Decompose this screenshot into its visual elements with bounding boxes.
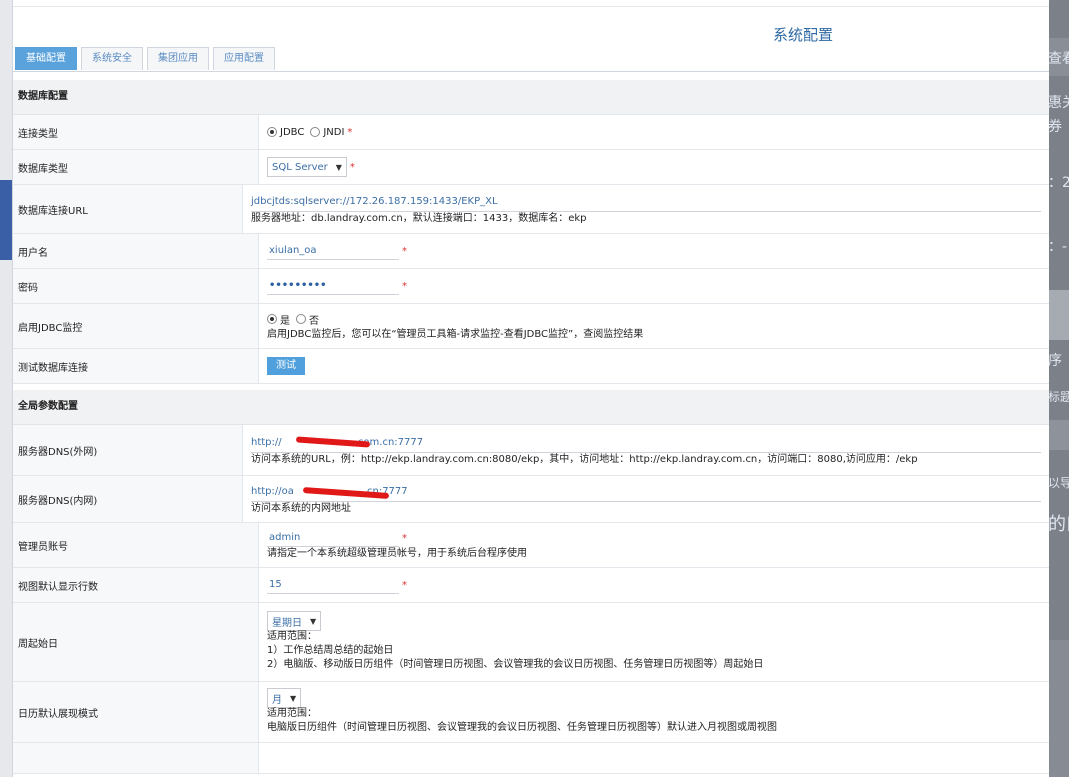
field-label: 连接类型 (13, 115, 259, 149)
field-label: 密码 (13, 269, 259, 303)
row-week-start: 周起始日 星期日 ▼ 适用范围： 1）工作总结周总结的起始日 2）电脑版、移动版日… (13, 603, 1049, 682)
row-test-connection: 测试数据库连接 测试 (13, 349, 1049, 384)
background-text-fragment: ：- (1048, 239, 1068, 255)
row-dns-internal: 服务器DNS(内网) http://oa .cn:7777 访问本系统的内网地址 (13, 476, 1049, 523)
background-text-fragment: 序 (1048, 353, 1062, 369)
tab-system-security[interactable]: 系统安全 (81, 47, 143, 70)
background-text-fragment: 的口 (1048, 514, 1069, 535)
field-label: 管理员账号 (13, 523, 259, 567)
row-password: 密码 ••••••••• * (13, 269, 1049, 304)
username-input[interactable]: xiulan_oa (267, 242, 399, 260)
background-page-right: 查看 惠关 券 ：2 ：- 序 标题 以导 的口 (1048, 0, 1069, 777)
field-label: 视图默认显示行数 (13, 568, 259, 602)
radio-monitor-yes[interactable]: 是 (267, 312, 290, 327)
field-label: 启用JDBC监控 (13, 304, 259, 348)
field-label: 周起始日 (13, 603, 259, 681)
field-hint: 适用范围： (267, 708, 317, 719)
view-rows-input[interactable]: 15 (267, 576, 399, 594)
row-calendar-mode: 日历默认展现模式 月 ▼ 适用范围： 电脑版日历组件（时间管理日历视图、会议管理我… (13, 682, 1049, 743)
calendar-mode-select[interactable]: 月 ▼ (267, 688, 302, 708)
row-connection-type: 连接类型 JDBC JNDI * (13, 115, 1049, 150)
row-admin-account: 管理员账号 admin * 请指定一个本系统超级管理员帐号，用于系统后台程序使用 (13, 523, 1049, 568)
tab-group-apps[interactable]: 集团应用 (147, 47, 209, 70)
background-text-fragment: 券 (1048, 119, 1062, 135)
radio-jdbc[interactable]: JDBC (267, 127, 304, 138)
row-view-rows: 视图默认显示行数 15 * (13, 568, 1049, 603)
section-title-global: 全局参数配置 (13, 390, 1049, 425)
field-hint: 电脑版日历组件（时间管理日历视图、会议管理我的会议日历视图、任务管理日历视图等）… (267, 722, 777, 733)
field-label: 服务器DNS(外网) (13, 425, 243, 475)
chevron-down-icon: ▼ (335, 162, 342, 172)
radio-monitor-no[interactable]: 否 (296, 312, 319, 327)
radio-jndi[interactable]: JNDI * (310, 127, 352, 138)
field-hint: 访问本系统的内网地址 (251, 502, 351, 514)
field-hint: 访问本系统的URL，例：http://ekp.landray.com.cn:80… (251, 453, 918, 465)
field-hint: 启用JDBC监控后，您可以在“管理员工具箱-请求监控-查看JDBC监控”，查阅监… (267, 329, 644, 340)
field-hint: 服务器地址：db.landray.com.cn，默认连接端口：1433，数据库名… (251, 212, 587, 224)
field-label: 数据库连接URL (13, 185, 243, 233)
chevron-down-icon: ▼ (310, 616, 317, 626)
field-label: 测试数据库连接 (13, 349, 259, 383)
background-text-fragment: 标题 (1048, 390, 1069, 404)
field-label: 数据库类型 (13, 150, 259, 184)
db-url-input[interactable]: jdbcjtds:sqlserver://172.26.187.159:1433… (251, 193, 1041, 212)
row-partial (13, 743, 1049, 774)
admin-account-input[interactable]: admin (267, 529, 399, 547)
background-text-fragment: ：2 (1048, 175, 1069, 191)
background-page-accent (0, 180, 12, 260)
field-label: 服务器DNS(内网) (13, 476, 243, 522)
password-input[interactable]: ••••••••• (267, 277, 399, 295)
week-start-select[interactable]: 星期日 ▼ (267, 611, 322, 631)
background-text-fragment: 以导 (1048, 476, 1069, 490)
background-text-fragment: 查看 (1048, 51, 1069, 67)
db-type-select[interactable]: SQL Server ▼ (267, 157, 347, 177)
field-label: 用户名 (13, 234, 259, 268)
field-hint: 请指定一个本系统超级管理员帐号，用于系统后台程序使用 (267, 548, 527, 559)
page-title: 系统配置 (773, 26, 834, 44)
config-form: 数据库配置 连接类型 JDBC JNDI * 数据库类型 SQL Server ▼ … (13, 80, 1049, 774)
row-username: 用户名 xiulan_oa * (13, 234, 1049, 269)
row-db-url: 数据库连接URL jdbcjtds:sqlserver://172.26.187… (13, 185, 1049, 234)
tab-basic-config[interactable]: 基础配置 (15, 47, 77, 70)
background-text-fragment: 惠关 (1048, 95, 1069, 111)
row-dns-external: 服务器DNS(外网) http:// com.cn:7777 访问本系统的URL… (13, 425, 1049, 476)
row-db-type: 数据库类型 SQL Server ▼ * (13, 150, 1049, 185)
row-jdbc-monitor: 启用JDBC监控 是 否 启用JDBC监控后，您可以在“管理员工具箱-请求监控-… (13, 304, 1049, 349)
field-hint: 适用范围： (267, 631, 317, 642)
field-hint: 1）工作总结周总结的起始日 (267, 645, 394, 656)
test-connection-button[interactable]: 测试 (267, 357, 305, 375)
field-label: 日历默认展现模式 (13, 682, 259, 742)
background-page-left (0, 0, 12, 777)
chevron-down-icon: ▼ (290, 693, 297, 703)
config-tabs: 基础配置 系统安全 集团应用 应用配置 (15, 47, 279, 71)
system-config-dialog: 系统配置 基础配置 系统安全 集团应用 应用配置 数据库配置 连接类型 JDBC… (12, 0, 1049, 777)
field-hint: 2）电脑版、移动版日历组件（时间管理日历视图、会议管理我的会议日历视图、任务管理… (267, 659, 764, 670)
section-title-database: 数据库配置 (13, 80, 1049, 115)
tab-app-config[interactable]: 应用配置 (213, 47, 275, 70)
